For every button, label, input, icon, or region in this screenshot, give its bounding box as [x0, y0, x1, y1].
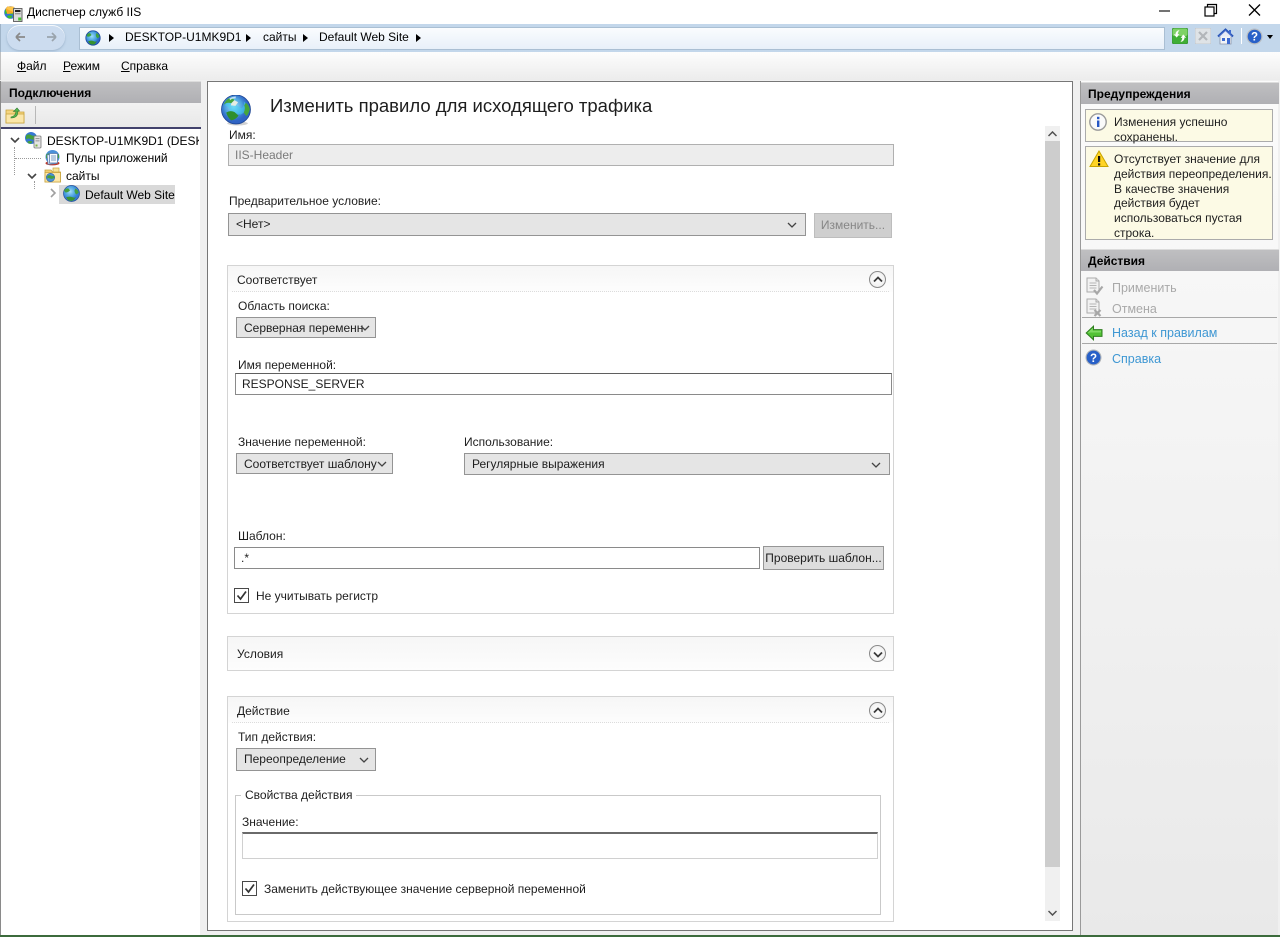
svg-text:?: ?	[1090, 353, 1097, 365]
svg-text:?: ?	[1251, 32, 1258, 44]
